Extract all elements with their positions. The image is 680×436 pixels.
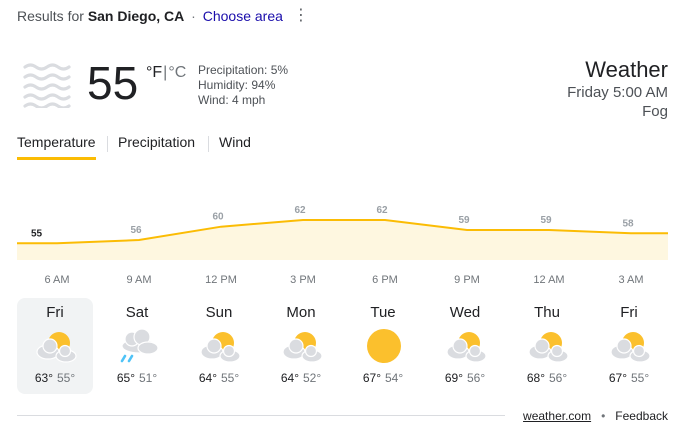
weather-summary: Weather Friday 5:00 AM Fog: [567, 57, 668, 121]
day-name: Sun: [205, 304, 233, 321]
x-tick-label: 12 AM: [533, 274, 564, 286]
day-name: Tue: [370, 304, 396, 321]
more-options-icon[interactable]: ⋮: [293, 6, 309, 26]
footer-divider: [17, 415, 505, 416]
high-temp: 69°: [444, 371, 463, 385]
unit-fahrenheit[interactable]: °F: [146, 64, 162, 81]
sun-icon: [367, 329, 401, 363]
day-name: Thu: [534, 304, 560, 321]
feedback-link[interactable]: Feedback: [615, 409, 668, 423]
tab-precipitation[interactable]: Precipitation: [118, 134, 195, 160]
x-tick-label: 6 AM: [44, 274, 69, 286]
low-temp: 52°: [303, 371, 322, 385]
source-link[interactable]: weather.com: [523, 409, 591, 423]
partly-cloudy-icon: [200, 332, 241, 363]
data-label: 60: [212, 212, 224, 223]
low-temp: 51°: [139, 371, 158, 385]
high-temp: 63°: [34, 371, 53, 385]
high-temp: 67°: [608, 371, 627, 385]
forecast-day[interactable]: Tue 67° 54°: [345, 298, 421, 394]
day-name: Wed: [449, 304, 481, 321]
low-temp: 55°: [57, 371, 76, 385]
forecast-day[interactable]: Fri 67° 55°: [591, 298, 667, 394]
forecast-day[interactable]: Mon 64° 52°: [263, 298, 339, 394]
day-temps: 69° 56°: [427, 371, 503, 385]
tab-temperature[interactable]: Temperature: [17, 134, 96, 160]
data-label: 56: [130, 225, 142, 236]
day-temps: 67° 55°: [591, 371, 667, 385]
partly-cloudy-icon: [36, 332, 77, 363]
low-temp: 55°: [631, 371, 650, 385]
day-temps: 63° 55°: [17, 371, 93, 385]
x-tick-label: 3 AM: [618, 274, 643, 286]
data-label: 62: [376, 205, 388, 216]
high-temp: 65°: [116, 371, 135, 385]
choose-area-link[interactable]: Choose area: [203, 8, 283, 24]
day-name: Fri: [620, 304, 638, 321]
wind-text: Wind: 4 mph: [198, 93, 266, 107]
forecast-day[interactable]: Sat 65° 51°: [99, 298, 175, 394]
day-name: Sat: [125, 304, 149, 321]
tab-divider: [208, 136, 209, 152]
x-tick-label: 9 AM: [126, 274, 151, 286]
partly-cloudy-icon: [528, 332, 569, 363]
data-label: 62: [294, 205, 306, 216]
weather-title: Weather: [585, 57, 668, 82]
high-temp: 67°: [362, 371, 381, 385]
location-name: San Diego, CA: [87, 8, 185, 24]
day-temps: 64° 55°: [181, 371, 257, 385]
footer-bullet: •: [601, 409, 606, 423]
day-name: Mon: [286, 304, 316, 321]
current-details: Precipitation: 5% Humidity: 94% Wind: 4 …: [198, 63, 288, 108]
current-temperature: 55: [87, 57, 139, 109]
low-temp: 54°: [385, 371, 404, 385]
tab-divider: [107, 136, 108, 152]
low-temp: 55°: [221, 371, 240, 385]
day-name: Fri: [46, 304, 64, 321]
partly-cloudy-icon: [446, 332, 487, 363]
unit-celsius[interactable]: °C: [168, 64, 186, 81]
high-temp: 64°: [198, 371, 217, 385]
data-label: 59: [458, 215, 470, 226]
precipitation-text: Precipitation: 5%: [198, 63, 289, 77]
x-tick-label: 6 PM: [372, 274, 398, 286]
footer: weather.com • Feedback: [523, 409, 668, 423]
weather-time: Friday 5:00 AM: [567, 84, 668, 101]
results-prefix: Results for: [17, 8, 84, 24]
forecast-day[interactable]: Thu 68° 56°: [509, 298, 585, 394]
day-temps: 64° 52°: [263, 371, 339, 385]
data-label: 58: [622, 218, 634, 229]
partly-cloudy-icon: [282, 332, 323, 363]
low-temp: 56°: [467, 371, 486, 385]
low-temp: 56°: [549, 371, 568, 385]
forecast-day[interactable]: Fri 63° 55°: [17, 298, 93, 394]
high-temp: 68°: [526, 371, 545, 385]
data-label: 55: [31, 228, 43, 239]
humidity-text: Humidity: 94%: [198, 78, 276, 92]
forecast-day[interactable]: Wed 69° 56°: [427, 298, 503, 394]
x-tick-label: 9 PM: [454, 274, 480, 286]
day-temps: 68° 56°: [509, 371, 585, 385]
data-label: 59: [540, 215, 552, 226]
results-for-line: Results for San Diego, CA · Choose area: [17, 8, 283, 24]
unit-switcher: °F|°C: [146, 64, 186, 82]
temperature-chart: 55 6 AM 56 9 AM 60 12 PM 62 3 PM 62 6 PM 59 9 PM 59 1…: [17, 205, 668, 286]
forecast-day[interactable]: Sun 64° 55°: [181, 298, 257, 394]
x-tick-label: 12 PM: [205, 274, 237, 286]
fog-icon: [23, 63, 71, 108]
day-temps: 67° 54°: [345, 371, 421, 385]
high-temp: 64°: [280, 371, 299, 385]
unit-separator: |: [163, 64, 168, 81]
rain-cloud-icon: [120, 328, 159, 363]
partly-cloudy-icon: [610, 332, 651, 363]
separator-dot: ·: [191, 8, 196, 24]
day-temps: 65° 51°: [99, 371, 175, 385]
tab-wind[interactable]: Wind: [219, 134, 251, 160]
weather-condition: Fog: [642, 103, 668, 120]
x-tick-label: 3 PM: [290, 274, 316, 286]
